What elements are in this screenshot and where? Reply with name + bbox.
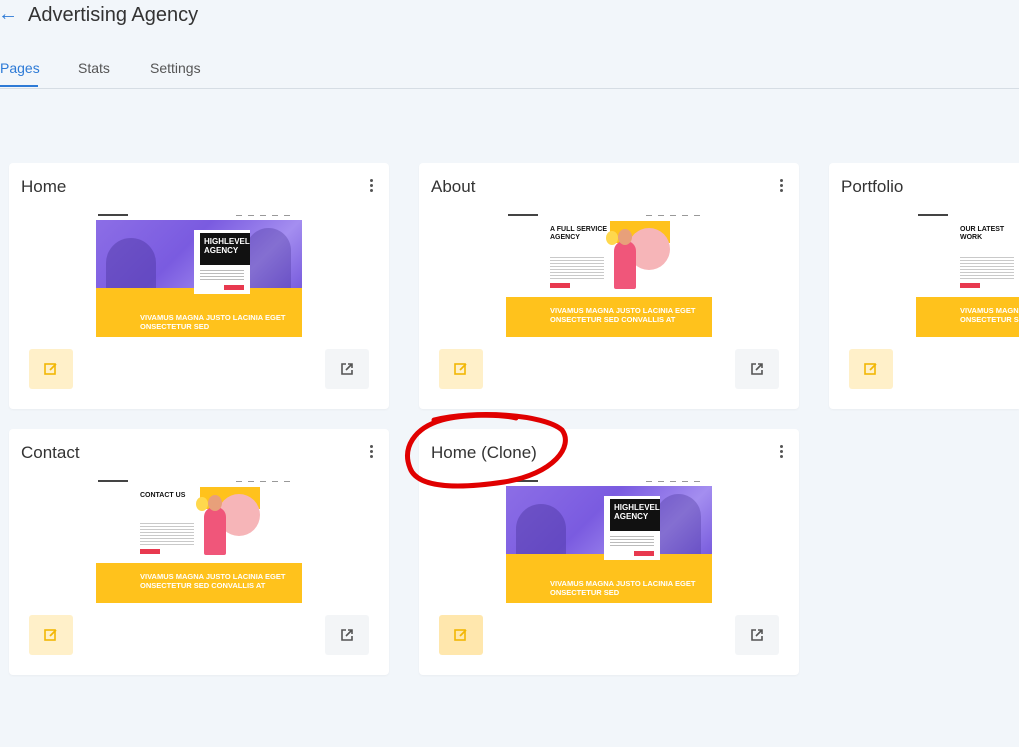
- external-link-icon: [341, 629, 353, 641]
- open-page-button[interactable]: [735, 349, 779, 389]
- page-thumbnail[interactable]: HIGHLEVEL AGENCY VIVAMUS MAGNA JUSTO LAC…: [506, 479, 712, 603]
- thumb-heading: CONTACT US: [140, 492, 186, 499]
- tab-pages[interactable]: Pages: [0, 60, 40, 76]
- back-arrow-icon[interactable]: ←: [0, 4, 18, 24]
- thumb-banner-text: VIVAMUS MAGNA JUSTO LACINIA EGET ONSECTE…: [140, 313, 286, 331]
- page-thumbnail[interactable]: HIGHLEVEL AGENCY VIVAMUS MAGNA JUSTO LAC…: [96, 213, 302, 337]
- tab-stats[interactable]: Stats: [78, 60, 110, 76]
- thumb-banner-text: VIVAMUS MAGNA JUSTO LACINIA EGET ONSECTE…: [550, 579, 696, 597]
- edit-page-button[interactable]: [29, 615, 73, 655]
- edit-icon: [454, 629, 467, 641]
- external-link-icon: [751, 363, 763, 375]
- edit-icon: [454, 363, 467, 375]
- page-thumbnail[interactable]: OUR LATEST WORK VIVAMUS MAGNA JUSTO LACI…: [916, 213, 1019, 337]
- more-vertical-icon[interactable]: [777, 179, 785, 195]
- active-tab-indicator: [0, 85, 38, 87]
- page-thumbnail[interactable]: A FULL SERVICE AGENCY VIVAMUS MAGNA JUST…: [506, 213, 712, 337]
- page-card-portfolio: Portfolio OUR LATEST WORK VIVAMUS MAGNA …: [829, 163, 1019, 409]
- thumb-heading: OUR LATEST WORK: [960, 226, 1005, 241]
- more-vertical-icon[interactable]: [367, 445, 375, 461]
- open-page-button[interactable]: [325, 615, 369, 655]
- thumb-heading: A FULL SERVICE AGENCY: [550, 226, 608, 241]
- edit-page-button[interactable]: [439, 349, 483, 389]
- page-card-home: Home HIGHLEVEL AGENCY VIVAMUS MAGNA JUST…: [9, 163, 389, 409]
- thumb-banner-text: VIVAMUS MAGNA JUSTO LACINIA EGET ONSECTE…: [960, 306, 1019, 324]
- edit-icon: [44, 363, 57, 375]
- tab-bar: Pages Stats Settings: [0, 52, 1019, 89]
- edit-icon: [864, 363, 877, 375]
- page-card-home-clone: Home (Clone) HIGHLEVEL AGENCY VIVAMUS MA…: [419, 429, 799, 675]
- page-card-title: Home: [21, 177, 67, 196]
- page-card-title: Contact: [21, 443, 80, 462]
- more-vertical-icon[interactable]: [777, 445, 785, 461]
- external-link-icon: [341, 363, 353, 375]
- edit-icon: [44, 629, 57, 641]
- edit-page-button[interactable]: [29, 349, 73, 389]
- page-card-title: About: [431, 177, 476, 196]
- tab-settings[interactable]: Settings: [150, 60, 201, 76]
- edit-page-button[interactable]: [439, 615, 483, 655]
- external-link-icon: [751, 629, 763, 641]
- page-thumbnail[interactable]: CONTACT US VIVAMUS MAGNA JUSTO LACINIA E…: [96, 479, 302, 603]
- thumb-banner-text: VIVAMUS MAGNA JUSTO LACINIA EGET ONSECTE…: [550, 306, 696, 324]
- open-page-button[interactable]: [325, 349, 369, 389]
- page-card-title: Home (Clone): [431, 443, 537, 462]
- page-card-about: About A FULL SERVICE AGENCY VIVAMUS MAGN…: [419, 163, 799, 409]
- thumb-heading: HIGHLEVEL AGENCY: [200, 233, 250, 265]
- thumb-banner-text: VIVAMUS MAGNA JUSTO LACINIA EGET ONSECTE…: [140, 572, 286, 590]
- page-title: Advertising Agency: [28, 4, 199, 26]
- more-vertical-icon[interactable]: [367, 179, 375, 195]
- page-card-contact: Contact CONTACT US VIVAMUS MAGNA JUSTO L…: [9, 429, 389, 675]
- thumb-heading: HIGHLEVEL AGENCY: [610, 499, 660, 531]
- page-card-title: Portfolio: [841, 177, 904, 196]
- open-page-button[interactable]: [735, 615, 779, 655]
- edit-page-button[interactable]: [849, 349, 893, 389]
